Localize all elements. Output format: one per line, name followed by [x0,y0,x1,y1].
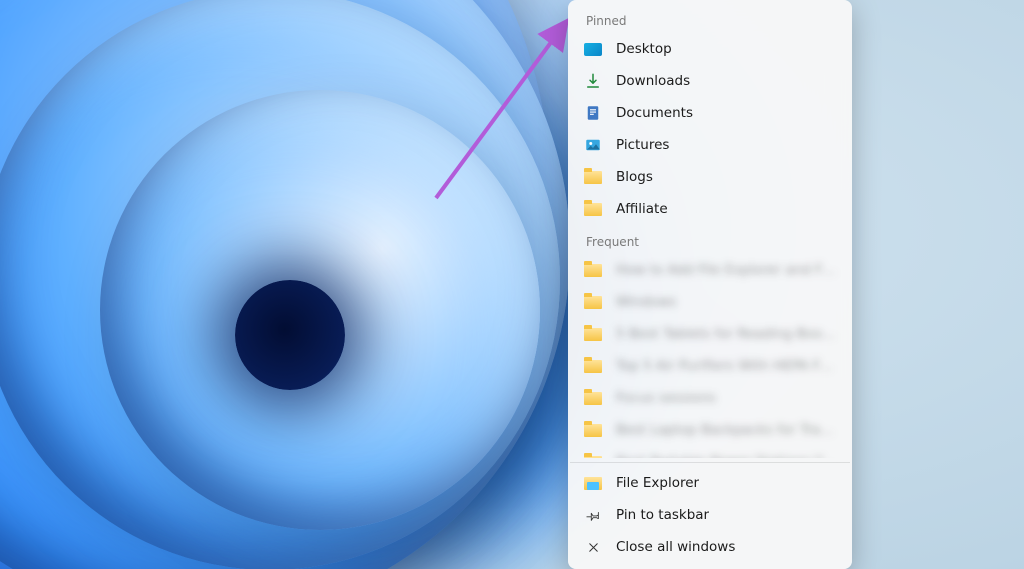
command-label: Pin to taskbar [616,507,709,523]
frequent-item[interactable]: Best Portable Power Stations You Sh… [568,446,852,458]
command-label: File Explorer [616,475,699,491]
folder-icon [584,325,602,343]
frequent-item-label: Windows [616,294,676,310]
frequent-item[interactable]: Focus sessions [568,382,852,414]
command-close-all-windows[interactable]: Close all windows [568,531,852,563]
pinned-item-downloads[interactable]: Downloads [568,65,852,97]
pinned-item-label: Pictures [616,137,669,153]
documents-icon [584,104,602,122]
command-label: Close all windows [616,539,735,555]
frequent-item[interactable]: Best Laptop Backpacks for Travel [568,414,852,446]
close-icon [584,538,602,556]
wallpaper-core [235,280,345,390]
folder-icon [584,261,602,279]
pinned-item-label: Affiliate [616,201,668,217]
command-pin-to-taskbar[interactable]: Pin to taskbar [568,499,852,531]
folder-icon [584,389,602,407]
desktop-wallpaper [0,0,1024,569]
pictures-icon [584,136,602,154]
desktop-icon [584,40,602,58]
folder-icon [584,200,602,218]
file-explorer-jumplist: Pinned Desktop Downloads Documents Pictu… [568,0,852,569]
pinned-item-label: Downloads [616,73,690,89]
frequent-item-label: Best Laptop Backpacks for Travel [616,422,836,438]
pinned-item-affiliate[interactable]: Affiliate [568,193,852,225]
folder-icon [584,421,602,439]
pin-icon [584,506,602,524]
folder-icon [584,453,602,458]
menu-divider [570,462,850,463]
pinned-item-label: Documents [616,105,693,121]
pinned-item-desktop[interactable]: Desktop [568,33,852,65]
file-explorer-icon [584,474,602,492]
pinned-item-label: Desktop [616,41,672,57]
folder-icon [584,357,602,375]
frequent-item[interactable]: Top 5 Air Purifiers With HEPA Filter [568,350,852,382]
folder-icon [584,293,602,311]
pinned-item-documents[interactable]: Documents [568,97,852,129]
command-open-file-explorer[interactable]: File Explorer [568,467,852,499]
frequent-item-label: Focus sessions [616,390,716,406]
frequent-item-label: Best Portable Power Stations You Sh… [616,454,836,458]
frequent-item-label: Top 5 Air Purifiers With HEPA Filter [616,358,836,374]
folder-icon [584,168,602,186]
pinned-item-pictures[interactable]: Pictures [568,129,852,161]
frequent-item[interactable]: 5 Best Tablets for Reading Books an… [568,318,852,350]
pinned-section-header: Pinned [568,4,852,33]
frequent-section-header: Frequent [568,225,852,254]
frequent-item[interactable]: How to Add File Explorer and Folder… [568,254,852,286]
frequent-item-label: How to Add File Explorer and Folder… [616,262,836,278]
downloads-icon [584,72,602,90]
pinned-item-label: Blogs [616,169,653,185]
pinned-item-blogs[interactable]: Blogs [568,161,852,193]
frequent-item-label: 5 Best Tablets for Reading Books an… [616,326,836,342]
frequent-item[interactable]: Windows [568,286,852,318]
